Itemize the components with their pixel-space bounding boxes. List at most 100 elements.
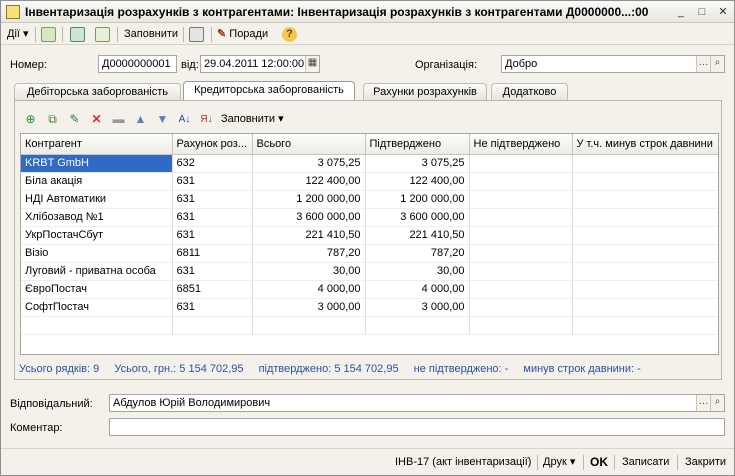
hints-button[interactable]: ✎ Поради bbox=[217, 26, 268, 43]
table-cell[interactable] bbox=[572, 262, 718, 281]
move-down-icon[interactable]: ▼ bbox=[155, 112, 170, 127]
table-cell[interactable]: 631 bbox=[172, 262, 253, 281]
edit-row-icon[interactable]: ✎ bbox=[67, 112, 82, 127]
table-cell[interactable]: СофтПостач bbox=[21, 298, 173, 317]
table-cell[interactable]: 3 000,00 bbox=[252, 298, 366, 317]
sort-ascending-icon[interactable]: A↓ bbox=[177, 112, 192, 127]
table-row[interactable]: Луговий - приватна особа 631 30,00 30,00 bbox=[21, 262, 718, 281]
date-field[interactable]: 29.04.2011 12:00:00 ▦ bbox=[200, 55, 320, 73]
table-row[interactable]: УкрПостачСбут 631 221 410,50 221 410,50 bbox=[21, 226, 718, 245]
table-cell[interactable]: 3 000,00 bbox=[365, 298, 470, 317]
table-row[interactable]: Хлібозавод №1 631 3 600 000,00 3 600 000,00 bbox=[21, 208, 718, 227]
table-row[interactable]: Біла акація 631 122 400,00 122 400,00 bbox=[21, 172, 718, 191]
table-cell[interactable]: 30,00 bbox=[252, 262, 366, 281]
table-cell[interactable]: 1 200 000,00 bbox=[252, 190, 366, 209]
table-cell[interactable]: 6811 bbox=[172, 244, 253, 263]
table-cell[interactable] bbox=[572, 172, 718, 191]
table-cell[interactable]: УкрПостачСбут bbox=[21, 226, 173, 245]
table-cell[interactable] bbox=[572, 244, 718, 263]
table-cell[interactable]: 221 410,50 bbox=[252, 226, 366, 245]
organization-field[interactable]: Добро … ⌕ bbox=[501, 55, 725, 73]
table-row[interactable]: СофтПостач 631 3 000,00 3 000,00 bbox=[21, 298, 718, 317]
table-cell[interactable]: Біла акація bbox=[21, 172, 173, 191]
table-row[interactable]: НДІ Автоматики 631 1 200 000,00 1 200 000,0… bbox=[21, 190, 718, 209]
delete-row-icon[interactable]: ✕ bbox=[89, 112, 104, 127]
table-cell[interactable]: 631 bbox=[172, 298, 253, 317]
tab-additional[interactable]: Додатково bbox=[491, 83, 568, 100]
post-close-button[interactable] bbox=[41, 26, 56, 43]
calendar-icon[interactable]: ▦ bbox=[305, 56, 319, 72]
post-button[interactable] bbox=[70, 26, 85, 43]
table-row[interactable]: KRBT GmbH 632 3 075,25 3 075,25 bbox=[21, 154, 718, 173]
table-cell[interactable]: НДІ Автоматики bbox=[21, 190, 173, 209]
col-counterparty[interactable]: Контрагент bbox=[21, 134, 173, 155]
table-cell[interactable] bbox=[469, 244, 573, 263]
print-button[interactable]: Друк ▾ bbox=[543, 454, 575, 471]
payables-table[interactable]: Контрагент Рахунок роз... Всього Підтвер… bbox=[20, 133, 719, 355]
table-cell[interactable]: 3 075,25 bbox=[365, 154, 470, 173]
print-form-button[interactable]: ІНВ-17 (акт інвентаризації) bbox=[395, 454, 531, 471]
table-cell[interactable] bbox=[572, 280, 718, 299]
table-cell[interactable] bbox=[469, 262, 573, 281]
table-cell[interactable]: 787,20 bbox=[252, 244, 366, 263]
fill-button[interactable]: Заповнити bbox=[124, 26, 178, 43]
add-row-icon[interactable]: ⊕ bbox=[23, 112, 38, 127]
close-button[interactable]: Закрити bbox=[685, 454, 726, 471]
table-cell[interactable] bbox=[469, 226, 573, 245]
table-cell[interactable]: Візіо bbox=[21, 244, 173, 263]
table-cell[interactable]: 631 bbox=[172, 226, 253, 245]
search-icon[interactable]: ⌕ bbox=[710, 56, 724, 72]
table-cell[interactable]: 4 000,00 bbox=[252, 280, 366, 299]
table-cell[interactable] bbox=[469, 208, 573, 227]
tab-receivables[interactable]: Дебіторська заборгованість bbox=[14, 83, 181, 100]
table-cell[interactable]: 30,00 bbox=[365, 262, 470, 281]
table-cell[interactable] bbox=[469, 154, 573, 173]
end-edit-icon[interactable]: ▬ bbox=[111, 112, 126, 127]
table-cell[interactable]: 122 400,00 bbox=[365, 172, 470, 191]
table-cell[interactable] bbox=[572, 226, 718, 245]
table-cell[interactable] bbox=[572, 154, 718, 173]
table-cell[interactable]: ЄвроПостач bbox=[21, 280, 173, 299]
actions-menu[interactable]: Дії ▾ bbox=[7, 26, 29, 43]
table-cell[interactable]: 4 000,00 bbox=[365, 280, 470, 299]
copy-button[interactable] bbox=[95, 26, 110, 43]
table-cell[interactable]: 6851 bbox=[172, 280, 253, 299]
table-cell[interactable]: KRBT GmbH bbox=[21, 154, 173, 173]
col-unconfirmed[interactable]: Не підтверджено bbox=[469, 134, 573, 155]
ok-button[interactable]: OK bbox=[590, 454, 608, 471]
table-cell[interactable]: 3 075,25 bbox=[252, 154, 366, 173]
table-cell[interactable] bbox=[572, 190, 718, 209]
tab-settlement-accounts[interactable]: Рахунки розрахунків bbox=[363, 83, 487, 100]
table-cell[interactable]: Луговий - приватна особа bbox=[21, 262, 173, 281]
responsible-field[interactable]: Абдулов Юрій Володимирович … ⌕ bbox=[109, 394, 725, 412]
col-account[interactable]: Рахунок роз... bbox=[172, 134, 253, 155]
table-cell[interactable]: 122 400,00 bbox=[252, 172, 366, 191]
number-field[interactable]: Д0000000001 bbox=[98, 55, 177, 73]
table-cell[interactable]: 3 600 000,00 bbox=[252, 208, 366, 227]
table-cell[interactable]: 1 200 000,00 bbox=[365, 190, 470, 209]
structure-button[interactable] bbox=[189, 26, 204, 43]
table-cell[interactable] bbox=[469, 172, 573, 191]
table-row[interactable]: ЄвроПостач 6851 4 000,00 4 000,00 bbox=[21, 280, 718, 299]
table-cell[interactable]: 631 bbox=[172, 208, 253, 227]
select-ellipsis-icon[interactable]: … bbox=[696, 395, 710, 411]
move-up-icon[interactable]: ▲ bbox=[133, 112, 148, 127]
table-cell[interactable]: 631 bbox=[172, 172, 253, 191]
minimize-button[interactable]: _ bbox=[673, 5, 689, 19]
table-cell[interactable] bbox=[469, 280, 573, 299]
table-cell[interactable]: Хлібозавод №1 bbox=[21, 208, 173, 227]
grid-fill-button[interactable]: Заповнити ▾ bbox=[221, 112, 291, 127]
close-window-button[interactable]: ✕ bbox=[715, 5, 731, 19]
table-cell[interactable] bbox=[572, 208, 718, 227]
sort-descending-icon[interactable]: Я↓ bbox=[199, 112, 214, 127]
col-confirmed[interactable]: Підтверджено bbox=[365, 134, 470, 155]
table-cell[interactable]: 787,20 bbox=[365, 244, 470, 263]
col-total[interactable]: Всього bbox=[252, 134, 366, 155]
col-expired[interactable]: У т.ч. минув строк давнини bbox=[572, 134, 718, 155]
table-cell[interactable]: 221 410,50 bbox=[365, 226, 470, 245]
table-row[interactable]: Візіо 6811 787,20 787,20 bbox=[21, 244, 718, 263]
table-cell[interactable]: 631 bbox=[172, 190, 253, 209]
table-cell[interactable] bbox=[469, 190, 573, 209]
comment-field[interactable] bbox=[109, 418, 725, 436]
table-cell[interactable]: 632 bbox=[172, 154, 253, 173]
